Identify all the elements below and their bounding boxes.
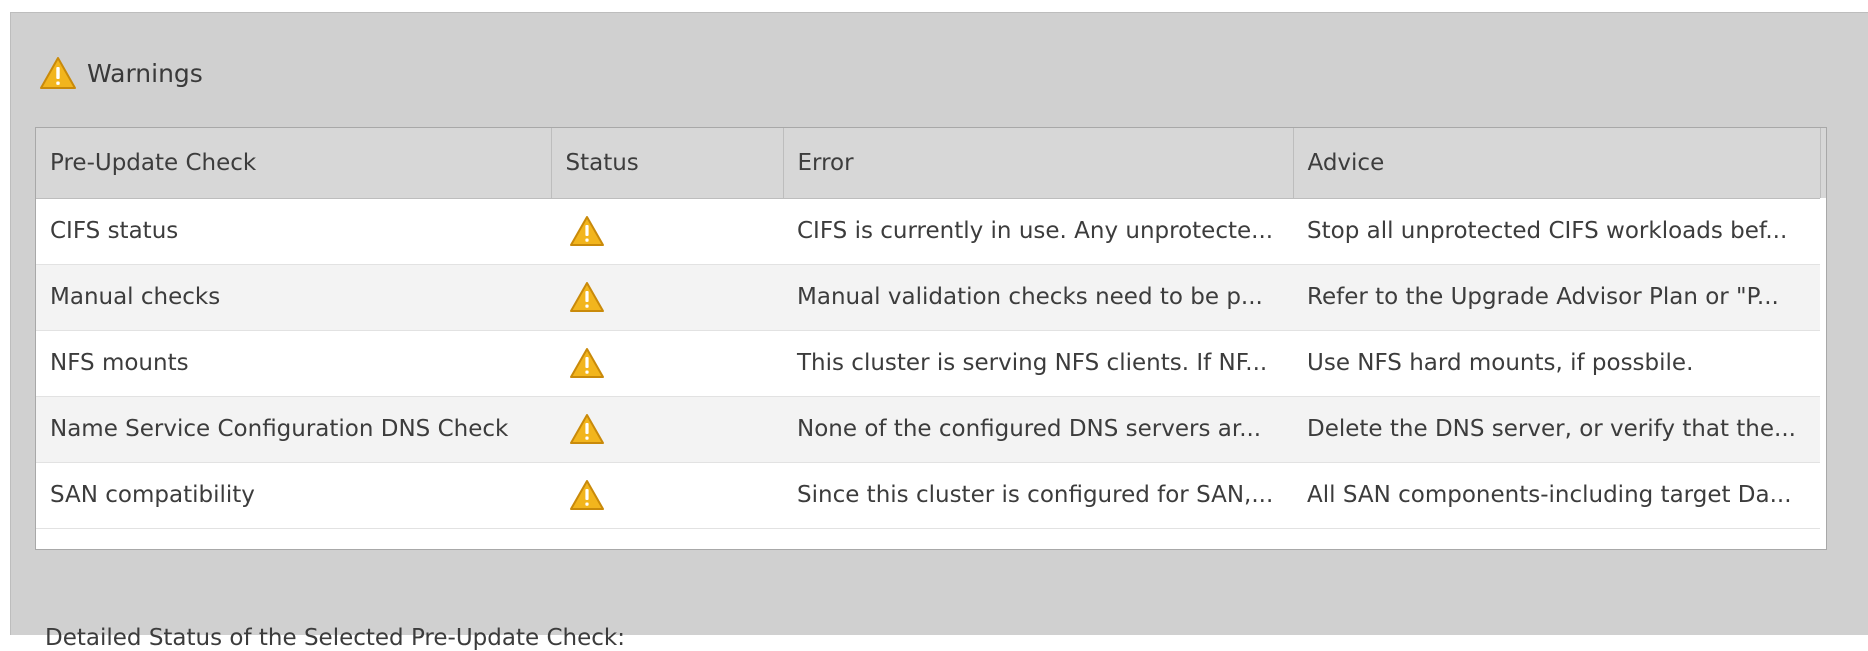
table-header-row: Pre-Update Check Status Error Advice	[36, 128, 1821, 199]
advice-cell: Use NFS hard mounts, if possbile.	[1293, 330, 1820, 397]
error-cell: This cluster is serving NFS clients. If …	[783, 330, 1293, 397]
status-cell	[551, 462, 783, 529]
table-row[interactable]: SAN compatibility Since this cluster is …	[36, 462, 1820, 529]
advice-cell: Delete the DNS server, or verify that th…	[1293, 396, 1820, 463]
status-cell	[551, 264, 783, 331]
warnings-header: Warnings	[39, 53, 203, 93]
error-cell: Manual validation checks need to be p...	[783, 264, 1293, 331]
warnings-title: Warnings	[87, 58, 203, 88]
warning-icon	[569, 281, 783, 313]
check-name-cell: NFS mounts	[36, 330, 551, 397]
column-header-error[interactable]: Error	[783, 128, 1294, 199]
status-cell	[551, 330, 783, 397]
column-header-pre-update-check[interactable]: Pre-Update Check	[36, 128, 552, 199]
check-name-cell: Manual checks	[36, 264, 551, 331]
warning-icon	[569, 347, 783, 379]
warnings-panel: Warnings Pre-Update Check Status Error A…	[10, 12, 1868, 651]
check-name-cell: Name Service Configuration DNS Check	[36, 396, 551, 463]
column-header-status[interactable]: Status	[551, 128, 784, 199]
pre-update-checks-grid: Pre-Update Check Status Error Advice CIF…	[35, 127, 1827, 550]
warning-icon	[39, 56, 77, 90]
table-row[interactable]: Manual checks Manual validation checks n…	[36, 264, 1820, 331]
column-header-advice[interactable]: Advice	[1293, 128, 1821, 199]
check-name-cell: SAN compatibility	[36, 462, 551, 529]
column-settings-button[interactable]	[1820, 128, 1826, 198]
table-row[interactable]: Name Service Configuration DNS Check Non…	[36, 396, 1820, 463]
warning-icon	[569, 215, 783, 247]
vertical-scrollbar[interactable]	[1820, 198, 1826, 549]
error-cell: None of the configured DNS servers ar...	[783, 396, 1293, 463]
warning-icon	[569, 479, 783, 511]
table-row[interactable]: NFS mounts This cluster is serving NFS c…	[36, 330, 1820, 397]
check-name-cell: CIFS status	[36, 198, 551, 265]
advice-cell: Refer to the Upgrade Advisor Plan or "P.…	[1293, 264, 1820, 331]
error-cell: Since this cluster is configured for SAN…	[783, 462, 1293, 529]
advice-cell: Stop all unprotected CIFS workloads bef.…	[1293, 198, 1820, 265]
detailed-status-label: Detailed Status of the Selected Pre-Upda…	[45, 625, 625, 651]
error-cell: CIFS is currently in use. Any unprotecte…	[783, 198, 1293, 265]
advice-cell: All SAN components-including target Da..…	[1293, 462, 1820, 529]
table-row[interactable]: CIFS status CIFS is currently in use. An…	[36, 198, 1820, 265]
pre-update-checks-table: Pre-Update Check Status Error Advice CIF…	[36, 128, 1821, 529]
warning-icon	[569, 413, 783, 445]
status-cell	[551, 198, 783, 265]
status-cell	[551, 396, 783, 463]
